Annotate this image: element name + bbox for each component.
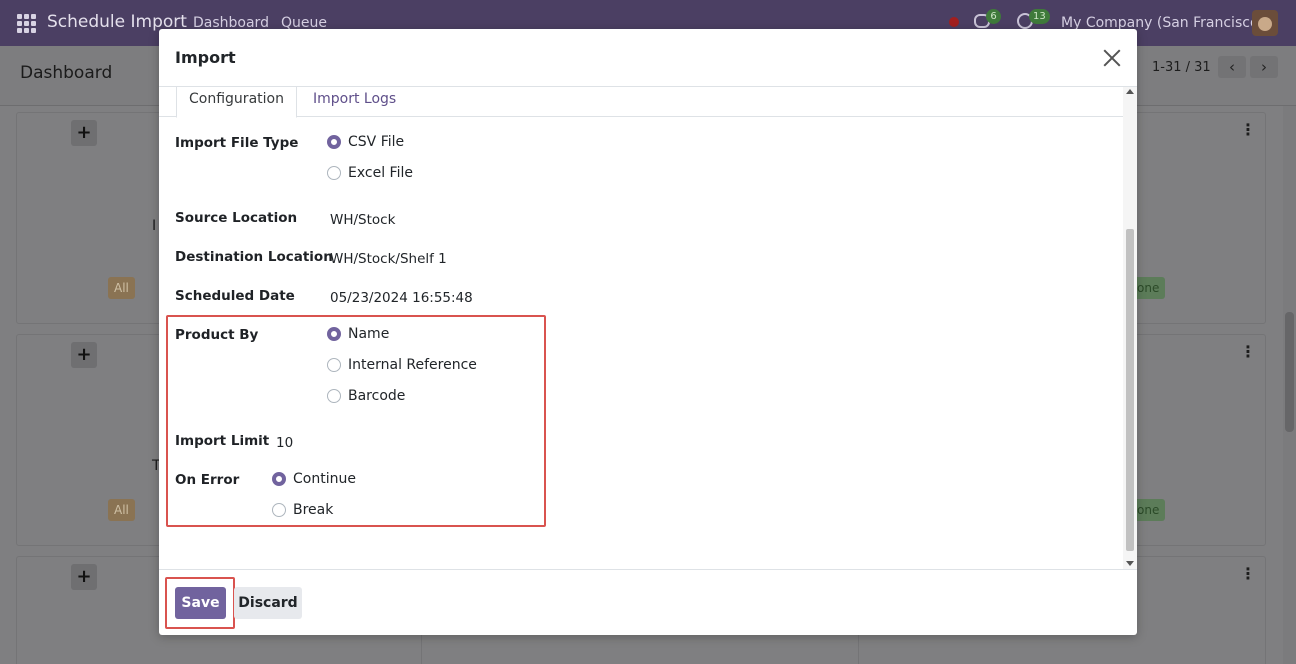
dialog-title: Import — [175, 48, 236, 67]
radio-unselected-icon — [327, 358, 341, 372]
tab-import-logs[interactable]: Import Logs — [313, 87, 396, 118]
radio-internal-reference-label: Internal Reference — [348, 357, 477, 373]
dialog-footer: Save Discard — [159, 569, 1137, 635]
card-add-icon[interactable]: + — [71, 342, 97, 368]
radio-csv-file-label: CSV File — [348, 134, 405, 150]
radio-selected-icon — [327, 327, 341, 341]
source-location-label: Source Location — [175, 210, 298, 226]
page-title: Dashboard — [20, 63, 113, 83]
card-text-fragment: I — [152, 218, 157, 234]
dialog-scrollbar[interactable] — [1123, 87, 1137, 569]
tag-all[interactable]: All — [108, 499, 135, 521]
pager-value[interactable]: 1-31 / 31 — [1152, 60, 1211, 75]
import-limit-label: Import Limit — [175, 433, 270, 449]
radio-continue-label: Continue — [293, 471, 356, 487]
scheduled-date-field[interactable]: 05/23/2024 16:55:48 — [330, 290, 473, 306]
product-by-label: Product By — [175, 327, 259, 343]
source-location-field[interactable]: WH/Stock — [330, 212, 395, 228]
radio-product-by-name[interactable]: Name — [327, 326, 389, 342]
activities-count-badge: 13 — [1029, 9, 1050, 24]
card-menu-icon[interactable]: ⋮ — [1240, 344, 1256, 360]
radio-unselected-icon — [272, 503, 286, 517]
card-add-icon[interactable]: + — [71, 564, 97, 590]
form-tabs: Configuration Import Logs — [159, 87, 1123, 118]
dialog-header: Import — [159, 29, 1137, 87]
radio-unselected-icon — [327, 166, 341, 180]
pager-next-button[interactable]: › — [1250, 56, 1278, 78]
highlight-box-product-settings — [166, 315, 546, 527]
import-file-type-label: Import File Type — [175, 135, 299, 151]
user-avatar[interactable] — [1252, 10, 1278, 36]
dialog-body: Configuration Import Logs Import File Ty… — [159, 87, 1123, 569]
card-menu-icon[interactable]: ⋮ — [1240, 122, 1256, 138]
messages-count-badge: 6 — [986, 9, 1001, 24]
tag-all[interactable]: All — [108, 277, 135, 299]
apps-grid-icon[interactable] — [17, 14, 36, 33]
radio-barcode-label: Barcode — [348, 388, 406, 404]
discard-button[interactable]: Discard — [234, 587, 302, 619]
radio-break-label: Break — [293, 502, 334, 518]
import-dialog: Import Configuration Import Logs Import … — [159, 29, 1137, 635]
radio-product-by-barcode[interactable]: Barcode — [327, 388, 405, 404]
recording-indicator-icon — [949, 17, 959, 27]
radio-excel-file-label: Excel File — [348, 165, 413, 181]
close-icon[interactable] — [1103, 49, 1121, 67]
radio-selected-icon — [272, 472, 286, 486]
radio-excel-file[interactable]: Excel File — [327, 165, 413, 181]
pager-previous-button[interactable]: ‹ — [1218, 56, 1246, 78]
destination-location-field[interactable]: WH/Stock/Shelf 1 — [330, 251, 447, 267]
radio-selected-icon — [327, 135, 341, 149]
tab-configuration[interactable]: Configuration — [176, 87, 297, 118]
page-scrollbar-thumb[interactable] — [1285, 312, 1294, 432]
destination-location-label: Destination Location — [175, 249, 333, 265]
scroll-up-arrow-icon[interactable] — [1126, 89, 1134, 94]
dialog-scrollbar-thumb[interactable] — [1126, 229, 1134, 551]
save-button[interactable]: Save — [175, 587, 226, 619]
radio-on-error-continue[interactable]: Continue — [272, 471, 356, 487]
on-error-label: On Error — [175, 472, 240, 488]
scheduled-date-label: Scheduled Date — [175, 288, 295, 304]
import-limit-field[interactable]: 10 — [276, 435, 293, 451]
card-add-icon[interactable]: + — [71, 120, 97, 146]
radio-csv-file[interactable]: CSV File — [327, 134, 404, 150]
radio-name-label: Name — [348, 326, 390, 342]
radio-unselected-icon — [327, 389, 341, 403]
card-menu-icon[interactable]: ⋮ — [1240, 566, 1256, 582]
radio-product-by-internal-reference[interactable]: Internal Reference — [327, 357, 477, 373]
radio-on-error-break[interactable]: Break — [272, 502, 333, 518]
scroll-down-arrow-icon[interactable] — [1126, 561, 1134, 566]
